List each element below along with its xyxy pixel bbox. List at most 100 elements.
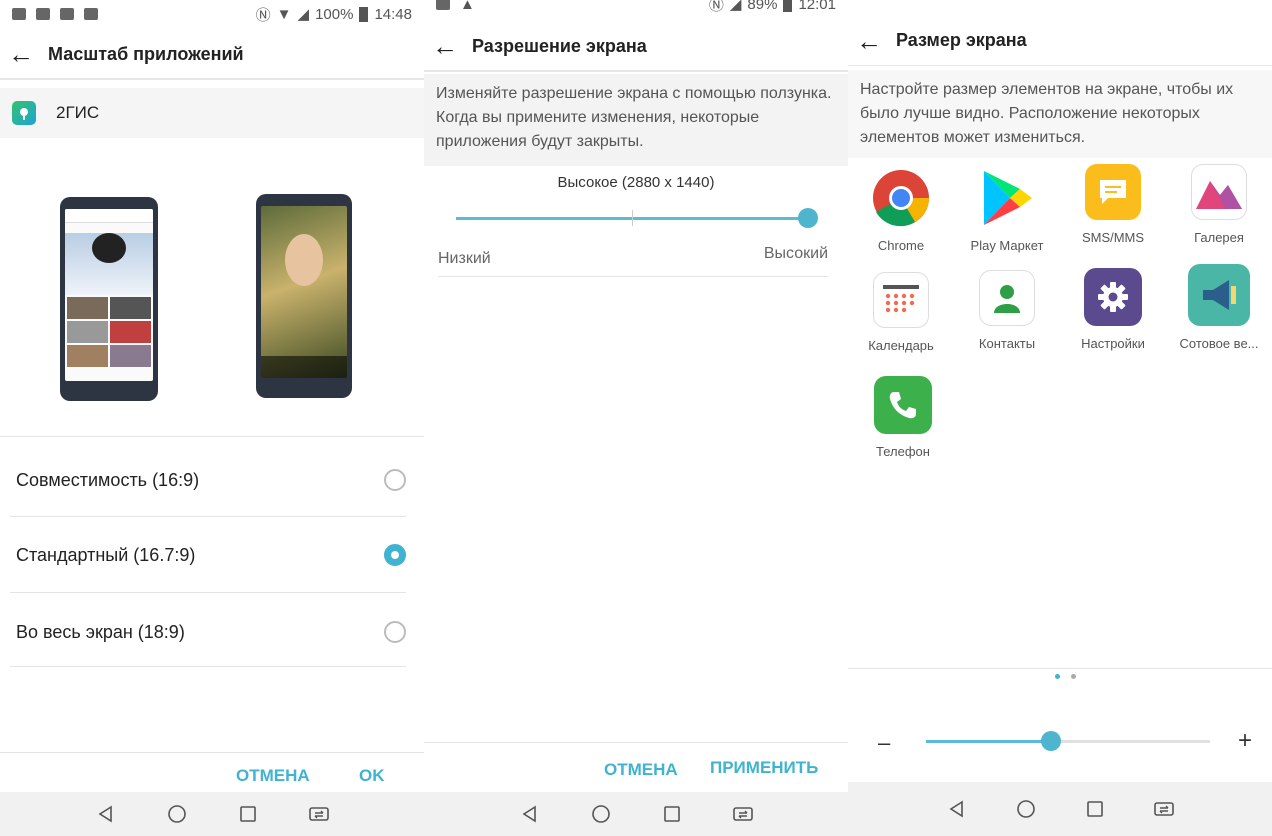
recents-nav-icon[interactable] <box>660 802 684 826</box>
navigation-bar <box>848 782 1272 836</box>
nfc-icon: Ⓝ <box>708 0 724 14</box>
resolution-value: Высокое (2880 x 1440) <box>557 174 715 191</box>
app-settings[interactable]: Настройки <box>1060 268 1166 351</box>
app-label: Chrome <box>877 238 925 253</box>
battery-percent: 89% <box>747 0 778 13</box>
cell-broadcast-icon <box>1188 264 1250 326</box>
switch-app-nav-icon[interactable] <box>731 802 755 826</box>
calendar-icon <box>873 272 929 328</box>
switch-app-nav-icon[interactable] <box>1152 797 1176 821</box>
settings-icon <box>1084 268 1142 326</box>
app-calendar[interactable]: Календарь <box>848 272 954 353</box>
divider <box>0 752 424 753</box>
app-name: 2ГИС <box>56 103 100 122</box>
increase-size-button[interactable]: + <box>1238 727 1252 755</box>
gift-icon <box>84 8 98 20</box>
app-play-market[interactable]: Play Маркет <box>954 168 1060 253</box>
app-label: Play Маркет <box>970 238 1044 253</box>
apply-button[interactable]: ПРИМЕНИТЬ <box>710 758 818 778</box>
description-text: Изменяйте разрешение экрана с помощью по… <box>424 74 848 166</box>
phone-preview-video <box>256 194 352 398</box>
option-label: Совместимость (16:9) <box>16 469 200 490</box>
gallery-icon <box>1191 164 1247 220</box>
flag-icon <box>60 8 74 20</box>
screen-resolution-screen: ▲ Ⓝ ◢ 89% 12:01 ← Разрешение экрана Изме… <box>424 0 848 836</box>
app-scaling-screen: Ⓝ ▼ ◢ 100% 14:48 ← Масштаб приложений 2Г… <box>0 0 424 836</box>
page-dot-active <box>1055 674 1060 679</box>
cancel-button[interactable]: ОТМЕНА <box>604 760 678 780</box>
divider <box>0 436 424 437</box>
app-cell-broadcast[interactable]: Сотовое ве... <box>1166 264 1272 351</box>
page-title: Разрешение экрана <box>472 35 647 56</box>
2gis-app-icon <box>12 101 36 125</box>
nfc-icon: Ⓝ <box>255 6 271 24</box>
back-arrow-icon[interactable]: ← <box>432 33 466 59</box>
app-gallery[interactable]: Галерея <box>1166 164 1272 245</box>
size-slider-fill <box>926 740 1051 743</box>
home-nav-icon[interactable] <box>165 802 189 826</box>
page-title: Масштаб приложений <box>48 43 244 64</box>
switch-app-nav-icon[interactable] <box>307 802 331 826</box>
app-bar: ← Разрешение экрана <box>424 22 848 72</box>
clock: 14:48 <box>374 5 412 23</box>
navigation-bar <box>0 792 424 836</box>
back-arrow-icon[interactable]: ← <box>8 41 42 67</box>
wifi-icon: ▼ <box>276 5 292 23</box>
warning-icon: ▲ <box>460 0 475 13</box>
app-chrome[interactable]: Chrome <box>848 168 954 253</box>
option-fullscreen[interactable]: Во весь экран (18:9) <box>16 594 406 670</box>
clock: 12:01 <box>798 0 836 13</box>
app-contacts[interactable]: Контакты <box>954 270 1060 351</box>
app-label: Галерея <box>1194 230 1244 245</box>
app-phone[interactable]: Телефон <box>850 376 956 459</box>
option-standard[interactable]: Стандартный (16.7:9) <box>16 517 406 593</box>
app-bar: ← Масштаб приложений <box>0 30 424 80</box>
page-dot <box>1071 674 1076 679</box>
battery-icon <box>359 6 369 22</box>
navigation-bar <box>424 792 848 836</box>
page-title: Размер экрана <box>896 30 1027 50</box>
ok-button[interactable]: OK <box>359 766 385 786</box>
play-market-icon <box>977 168 1037 228</box>
image-icon <box>436 0 450 10</box>
resolution-slider-thumb[interactable] <box>798 208 818 228</box>
signal-icon: ◢ <box>297 6 310 23</box>
app-label: Сотовое ве... <box>1179 336 1259 351</box>
divider <box>424 742 848 743</box>
back-nav-icon[interactable] <box>518 802 542 826</box>
app-label: Телефон <box>876 444 930 459</box>
option-label: Стандартный (16.7:9) <box>16 544 196 565</box>
app-row: 2ГИС <box>0 88 424 138</box>
messages-icon <box>1085 164 1141 220</box>
min-label: Низкий <box>438 250 491 267</box>
home-nav-icon[interactable] <box>1014 797 1038 821</box>
radio-button[interactable] <box>384 469 406 491</box>
image-icon <box>36 8 50 20</box>
radio-button-selected[interactable] <box>384 544 406 566</box>
app-label: Календарь <box>868 338 934 353</box>
back-arrow-icon[interactable]: ← <box>856 28 890 54</box>
status-bar: Ⓝ ▼ ◢ 100% 14:48 <box>0 0 424 28</box>
divider <box>848 668 1272 669</box>
mail-icon <box>12 8 26 20</box>
recents-nav-icon[interactable] <box>236 802 260 826</box>
home-nav-icon[interactable] <box>589 802 613 826</box>
back-nav-icon[interactable] <box>94 802 118 826</box>
size-slider-thumb[interactable] <box>1040 731 1061 751</box>
recents-nav-icon[interactable] <box>1083 797 1107 821</box>
option-compatibility[interactable]: Совместимость (16:9) <box>16 442 406 518</box>
radio-button[interactable] <box>384 621 406 643</box>
phone-icon <box>874 376 932 434</box>
contacts-icon <box>979 270 1035 326</box>
divider <box>10 592 406 593</box>
cancel-button[interactable]: ОТМЕНА <box>236 766 310 786</box>
back-nav-icon[interactable] <box>945 797 969 821</box>
app-label: SMS/MMS <box>1081 230 1145 245</box>
app-label: Контакты <box>978 336 1036 351</box>
status-bar: ▲ Ⓝ ◢ 89% 12:01 <box>424 0 848 18</box>
screen-size-screen: ← Размер экрана Настройте размер элемент… <box>848 0 1272 836</box>
divider <box>10 666 406 667</box>
decrease-size-button[interactable]: – <box>878 730 890 756</box>
app-label: Настройки <box>1081 336 1145 351</box>
app-sms[interactable]: SMS/MMS <box>1060 164 1166 245</box>
